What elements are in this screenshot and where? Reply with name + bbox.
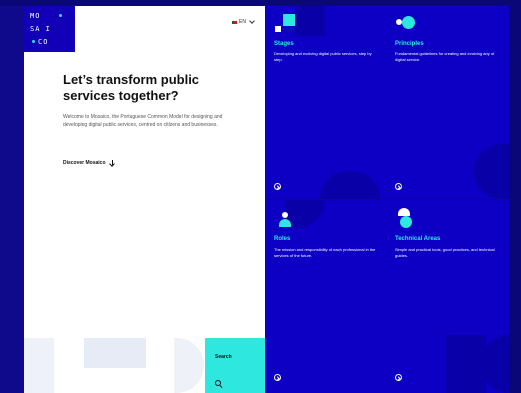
card-title: Roles [274,236,291,242]
decorative-shape [446,335,486,393]
mosaico-logo[interactable]: MO SA I CO [24,6,75,52]
hero-title: Let’s transform public services together… [63,72,200,103]
decorative-shape [320,171,380,199]
hero-description: Welcome to Mosaico, the Portuguese Commo… [63,114,223,128]
decorative-shape [474,144,509,199]
card-title: Principles [395,41,424,47]
card-principles[interactable]: Principles Fundamental guidelines for cr… [386,6,509,199]
stages-icon [283,14,295,26]
arrow-circle-right-icon[interactable] [274,374,281,381]
arrow-circle-right-icon[interactable] [395,374,402,381]
technical-areas-icon-top [398,208,410,216]
logo-row-2: SA I [30,25,51,33]
card-stages[interactable]: Stages Developing and evolving digital p… [265,6,385,199]
decorative-block [174,338,204,393]
card-title: Technical Areas [395,236,441,242]
decorative-shape [285,200,325,228]
card-description: Developing and evolving digital public s… [274,51,372,62]
decorative-block [24,338,54,393]
arrow-circle-right-icon[interactable] [395,183,402,190]
card-description: Fundamental guidelines for creating and … [395,51,495,62]
stages-icon-square [275,26,281,32]
intro-panel: MO SA I CO EN Let’s transform public ser… [24,6,265,393]
flag-icon [232,20,237,24]
arrow-circle-right-icon[interactable] [274,183,281,190]
card-description: Simple and practical tools, good practic… [395,247,495,258]
principles-icon [402,16,415,29]
discover-label: Discover Mosaico [63,160,106,166]
language-selector[interactable]: EN [232,18,255,25]
logo-row-3: CO [38,38,49,46]
card-technical-areas[interactable]: Technical Areas Simple and practical too… [386,200,509,393]
discover-link[interactable]: Discover Mosaico [63,160,114,166]
language-label: EN [239,19,246,25]
decorative-shape [295,6,325,36]
logo-row-1: MO [30,12,41,20]
roles-icon [279,219,291,227]
chevron-down-icon [249,18,255,24]
window-right-edge [509,6,521,393]
logo-dot [32,40,35,43]
search-icon [215,380,222,387]
search-label: Search [215,354,232,360]
logo-dot [59,14,62,17]
arrow-down-icon [110,160,114,166]
card-roles[interactable]: Roles The mission and responsibility of … [265,200,385,393]
search-button[interactable]: Search [205,338,265,393]
roles-icon-head [282,212,288,218]
card-description: The mission and responsibility of each p… [274,247,376,258]
decorative-block [84,338,146,368]
card-title: Stages [274,41,294,47]
technical-areas-icon [400,216,412,228]
